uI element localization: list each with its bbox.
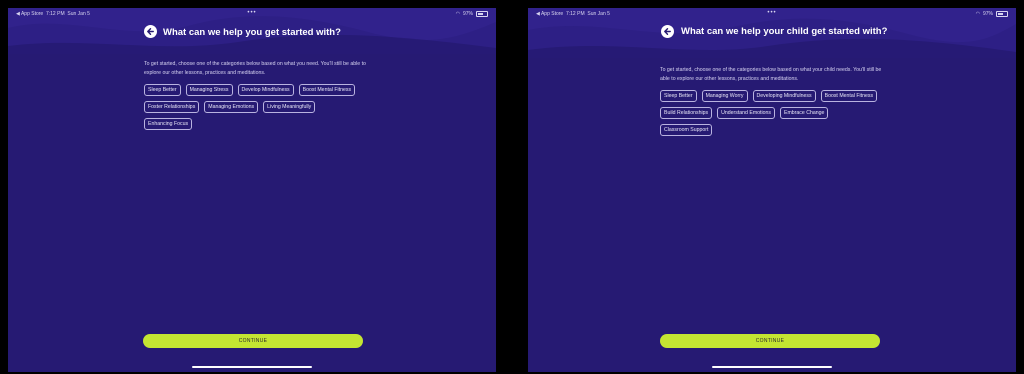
- back-to-app-link[interactable]: ◀ App Store: [16, 11, 43, 17]
- chip-category[interactable]: Develop Mindfulness: [237, 84, 294, 96]
- intro-text: To get started, choose one of the catego…: [660, 67, 882, 82]
- chip-category[interactable]: Enhancing Focus: [144, 118, 193, 130]
- wifi-icon: ◠: [975, 11, 980, 17]
- chip-category[interactable]: Managing Stress: [185, 84, 233, 96]
- multitask-dots-icon[interactable]: •••: [767, 10, 776, 16]
- battery-percent: 97%: [462, 11, 473, 17]
- multitask-dots-icon[interactable]: •••: [247, 10, 256, 16]
- wifi-icon: ◠: [455, 11, 460, 17]
- chip-category[interactable]: Sleep Better: [144, 84, 181, 96]
- home-indicator[interactable]: [192, 366, 312, 368]
- battery-icon: [476, 11, 488, 17]
- chip-category[interactable]: Managing Worry: [701, 90, 748, 102]
- date: Sun Jan 5: [587, 11, 610, 17]
- chip-category[interactable]: Foster Relationships: [144, 101, 200, 113]
- time: 7:12 PM: [565, 11, 585, 17]
- time: 7:12 PM: [45, 11, 65, 17]
- chip-category[interactable]: Living Meaningfully: [263, 101, 316, 113]
- continue-button[interactable]: CONTINUE: [660, 334, 880, 348]
- arrow-left-icon: [664, 28, 671, 35]
- chip-category[interactable]: Classroom Support: [660, 124, 713, 136]
- left-screen: ◀ App Store 7:12 PM Sun Jan 5 ••• ◠ 97% …: [8, 8, 496, 372]
- category-chips: Sleep Better Managing Stress Develop Min…: [144, 84, 358, 130]
- status-bar: ◀ App Store 7:12 PM Sun Jan 5 ••• ◠ 97%: [8, 10, 496, 20]
- page-title: What can we help your child get started …: [681, 26, 888, 37]
- intro-text: To get started, choose one of the catego…: [144, 61, 366, 76]
- chip-category[interactable]: Understand Emotions: [717, 107, 776, 119]
- back-button[interactable]: [661, 25, 674, 38]
- status-bar: ◀ App Store 7:12 PM Sun Jan 5 ••• ◠ 97%: [528, 10, 1016, 20]
- chip-category[interactable]: Boost Mental Fitness: [298, 84, 356, 96]
- back-to-app-link[interactable]: ◀ App Store: [536, 11, 563, 17]
- home-indicator[interactable]: [712, 366, 832, 368]
- date: Sun Jan 5: [67, 11, 90, 17]
- battery-icon: [996, 11, 1008, 17]
- page-title: What can we help you get started with?: [163, 27, 341, 38]
- arrow-left-icon: [147, 28, 154, 35]
- chip-category[interactable]: Developing Mindfulness: [752, 90, 816, 102]
- chip-category[interactable]: Sleep Better: [660, 90, 697, 102]
- category-chips: Sleep Better Managing Worry Developing M…: [660, 90, 880, 136]
- chip-category[interactable]: Embrace Change: [780, 107, 829, 119]
- battery-percent: 97%: [982, 11, 993, 17]
- right-screen: ◀ App Store 7:12 PM Sun Jan 5 ••• ◠ 97% …: [528, 8, 1016, 372]
- chip-category[interactable]: Managing Emotions: [204, 101, 259, 113]
- back-button[interactable]: [144, 25, 157, 38]
- chip-category[interactable]: Boost Mental Fitness: [820, 90, 878, 102]
- continue-button[interactable]: CONTINUE: [143, 334, 363, 348]
- chip-category[interactable]: Build Relationships: [660, 107, 713, 119]
